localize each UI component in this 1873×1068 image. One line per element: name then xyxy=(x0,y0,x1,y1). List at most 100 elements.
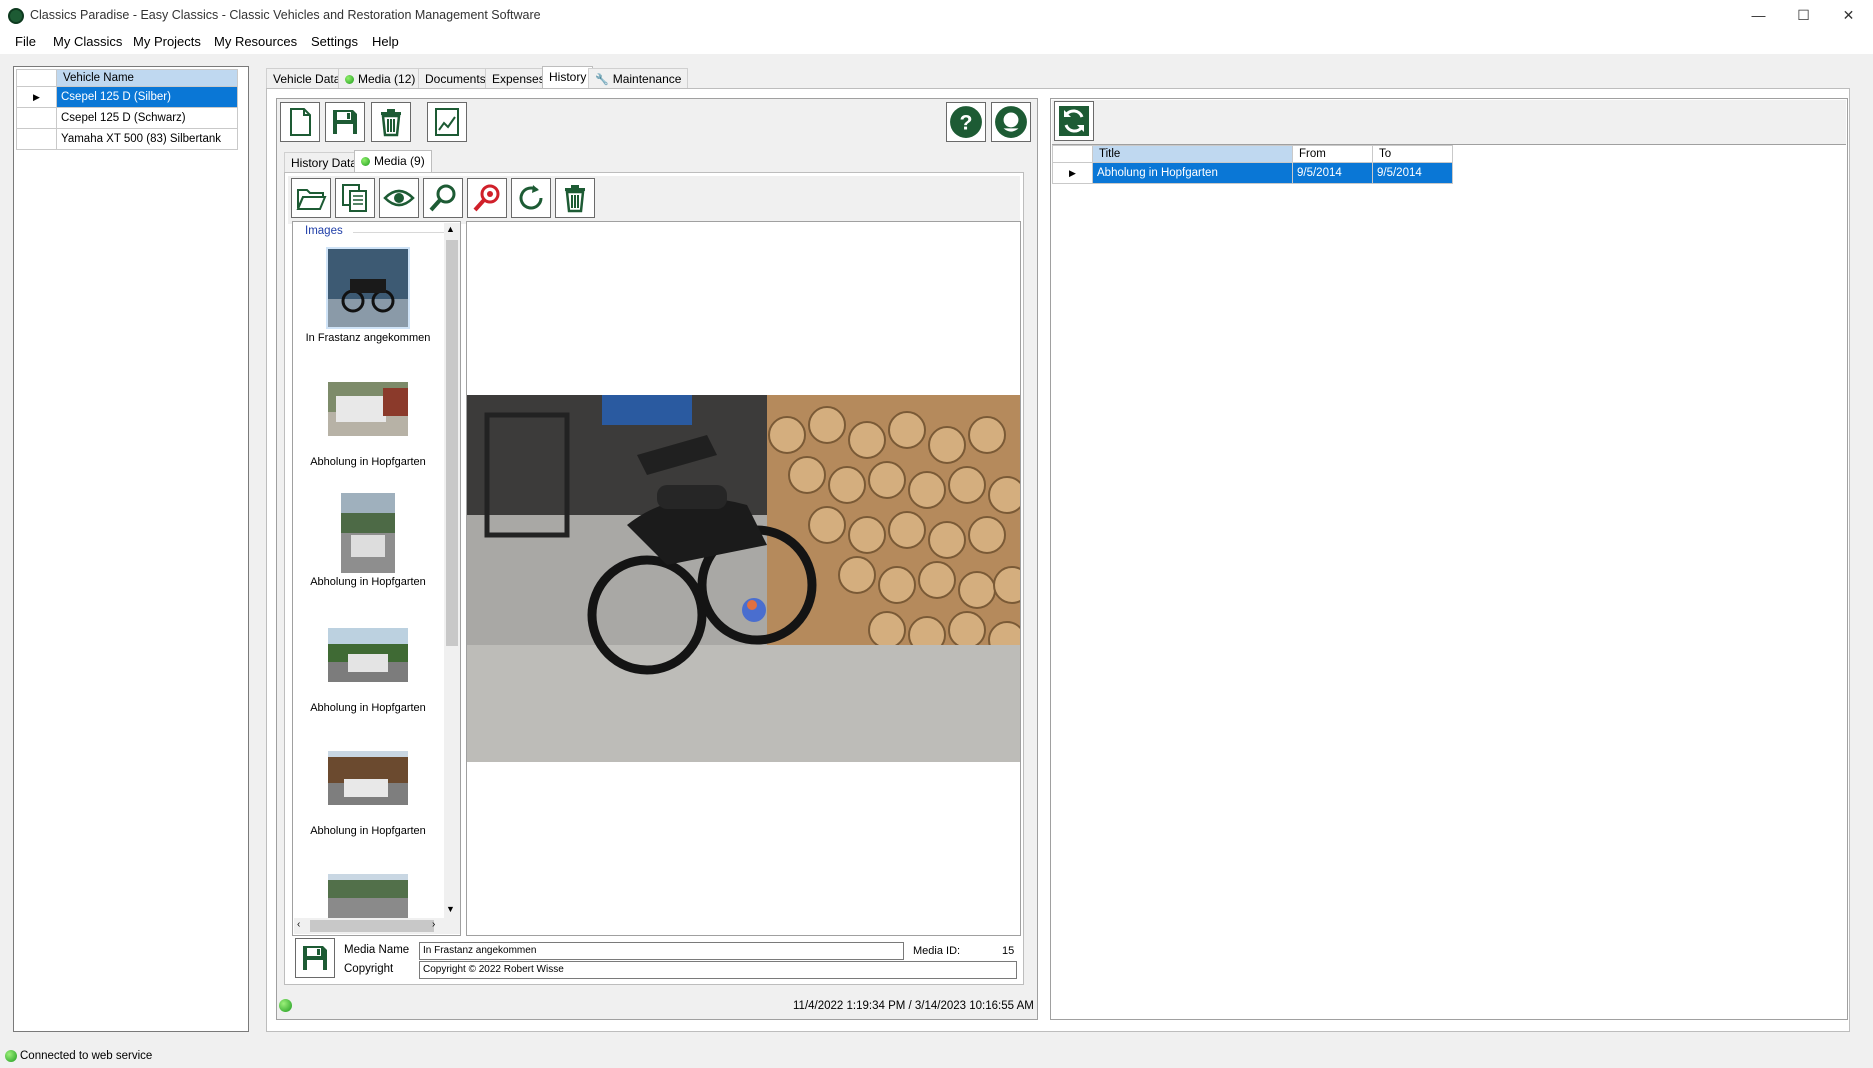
zoom-reset-button[interactable] xyxy=(467,178,507,218)
thumbnail-item[interactable]: In Frastanz angekommen xyxy=(293,247,443,344)
maximize-button[interactable]: ☐ xyxy=(1781,0,1826,30)
subtab-media[interactable]: Media (9) xyxy=(354,150,432,172)
copyright-label: Copyright xyxy=(344,963,394,975)
scroll-left-icon[interactable]: ‹ xyxy=(297,919,300,930)
help-button[interactable]: ? xyxy=(946,102,986,142)
connection-status-icon xyxy=(5,1050,17,1062)
wrench-icon: 🔧 xyxy=(595,74,609,86)
vehicle-row[interactable]: Yamaha XT 500 (83) Silbertank xyxy=(16,128,238,150)
new-document-icon xyxy=(290,108,311,136)
rotate-button[interactable] xyxy=(511,178,551,218)
tab-maintenance[interactable]: 🔧 Maintenance xyxy=(588,68,689,88)
vehicle-grid: Vehicle Name ▶ Csepel 125 D (Silber) Cse… xyxy=(16,69,238,150)
horizontal-scroll-thumb[interactable] xyxy=(310,920,434,932)
images-group-label: Images xyxy=(305,225,343,237)
media-id-value: 15 xyxy=(1002,945,1015,957)
zoom-button[interactable] xyxy=(423,178,463,218)
title-bar: Classics Paradise - Easy Classics - Clas… xyxy=(0,0,1873,30)
thumbnail-item[interactable] xyxy=(293,874,443,918)
history-grid: Title From To ▶ Abholung in Hopfgarten 9… xyxy=(1052,145,1453,184)
status-dot-icon xyxy=(361,157,370,166)
thumbnail-image xyxy=(328,628,408,682)
media-id-label: Media ID: xyxy=(913,945,961,957)
delete-button[interactable] xyxy=(371,102,411,142)
vehicle-name-cell[interactable]: Csepel 125 D (Silber) xyxy=(56,86,238,108)
column-header-vehicle-name[interactable]: Vehicle Name xyxy=(56,69,238,87)
thumbnail-image xyxy=(328,874,408,918)
thumbnail-item[interactable]: Abholung in Hopfgarten xyxy=(293,751,443,837)
new-button[interactable] xyxy=(280,102,320,142)
vehicle-name-cell[interactable]: Yamaha XT 500 (83) Silbertank xyxy=(56,128,238,150)
thumbnail-item[interactable]: Abholung in Hopfgarten xyxy=(293,628,443,714)
group-divider xyxy=(353,232,447,233)
menu-my-projects[interactable]: My Projects xyxy=(133,34,201,49)
copy-button[interactable] xyxy=(335,178,375,218)
open-folder-button[interactable] xyxy=(291,178,331,218)
tab-label: Media (12) xyxy=(358,72,416,86)
save-button[interactable] xyxy=(325,102,365,142)
tab-label: Expenses xyxy=(492,72,545,86)
support-headset-icon xyxy=(995,106,1027,138)
preview-image xyxy=(467,395,1020,762)
vehicle-list-panel: Vehicle Name ▶ Csepel 125 D (Silber) Cse… xyxy=(13,66,249,1032)
tab-documents[interactable]: Documents xyxy=(418,68,493,88)
row-header-corner xyxy=(16,69,57,87)
report-button[interactable] xyxy=(427,102,467,142)
thumbnail-caption: Abholung in Hopfgarten xyxy=(310,576,426,588)
vehicle-name-cell[interactable]: Csepel 125 D (Schwarz) xyxy=(56,107,238,129)
scroll-up-icon[interactable]: ▲ xyxy=(446,224,455,234)
copyright-input[interactable]: Copyright © 2022 Robert Wisse xyxy=(419,961,1017,979)
thumbnail-selection xyxy=(326,247,410,329)
column-header-to[interactable]: To xyxy=(1372,145,1453,163)
thumbnail-list[interactable]: Images In Frastanz angekommen Abholung i… xyxy=(292,221,461,936)
support-button[interactable] xyxy=(991,102,1031,142)
column-header-from[interactable]: From xyxy=(1292,145,1373,163)
view-button[interactable] xyxy=(379,178,419,218)
help-icon: ? xyxy=(950,106,982,138)
minimize-button[interactable]: — xyxy=(1736,0,1781,30)
magnifier-red-icon xyxy=(473,184,500,212)
thumbnail-item[interactable]: Abholung in Hopfgarten xyxy=(293,493,443,588)
save-icon xyxy=(333,110,357,134)
menu-settings[interactable]: Settings xyxy=(311,34,358,49)
status-bar: Connected to web service xyxy=(0,1044,1873,1068)
refresh-button[interactable] xyxy=(1054,101,1094,141)
history-from-cell[interactable]: 9/5/2014 xyxy=(1292,162,1373,184)
vehicle-row[interactable]: Csepel 125 D (Schwarz) xyxy=(16,107,238,129)
subtab-history-data[interactable]: History Data xyxy=(284,152,365,172)
menu-my-resources[interactable]: My Resources xyxy=(214,34,297,49)
scroll-right-icon[interactable]: › xyxy=(432,919,435,930)
row-header-corner xyxy=(1052,145,1093,163)
status-text: Connected to web service xyxy=(20,1050,153,1062)
save-media-button[interactable] xyxy=(295,938,335,978)
media-name-input[interactable]: In Frastanz angekommen xyxy=(419,942,904,960)
row-indicator: ▶ xyxy=(1052,162,1093,184)
thumbnail-item[interactable]: Abholung in Hopfgarten xyxy=(293,382,443,468)
history-to-cell[interactable]: 9/5/2014 xyxy=(1372,162,1453,184)
thumbnail-image xyxy=(341,493,395,573)
chart-report-icon xyxy=(435,108,459,136)
window-title: Classics Paradise - Easy Classics - Clas… xyxy=(30,8,541,22)
copy-pages-icon xyxy=(342,184,367,212)
tab-media[interactable]: Media (12) xyxy=(338,68,423,88)
tab-history[interactable]: History xyxy=(542,66,594,88)
save-icon xyxy=(303,946,327,970)
menu-file[interactable]: File xyxy=(15,34,36,49)
status-light-icon xyxy=(279,999,292,1012)
history-row[interactable]: ▶ Abholung in Hopfgarten 9/5/2014 9/5/20… xyxy=(1052,162,1453,184)
image-preview[interactable] xyxy=(466,221,1021,936)
history-title-cell[interactable]: Abholung in Hopfgarten xyxy=(1092,162,1293,184)
thumbnail-image xyxy=(328,751,408,805)
column-header-title[interactable]: Title xyxy=(1092,145,1293,163)
menu-my-classics[interactable]: My Classics xyxy=(53,34,122,49)
tab-vehicle-data[interactable]: Vehicle Data xyxy=(266,68,348,88)
svg-text:?: ? xyxy=(960,110,973,134)
menu-help[interactable]: Help xyxy=(372,34,399,49)
folder-open-icon xyxy=(296,189,327,210)
thumbnail-caption: Abholung in Hopfgarten xyxy=(310,825,426,837)
vertical-scroll-thumb[interactable] xyxy=(446,240,458,646)
vehicle-row[interactable]: ▶ Csepel 125 D (Silber) xyxy=(16,86,238,108)
scroll-down-icon[interactable]: ▼ xyxy=(446,904,455,914)
delete-media-button[interactable] xyxy=(555,178,595,218)
close-button[interactable]: ✕ xyxy=(1826,0,1871,30)
